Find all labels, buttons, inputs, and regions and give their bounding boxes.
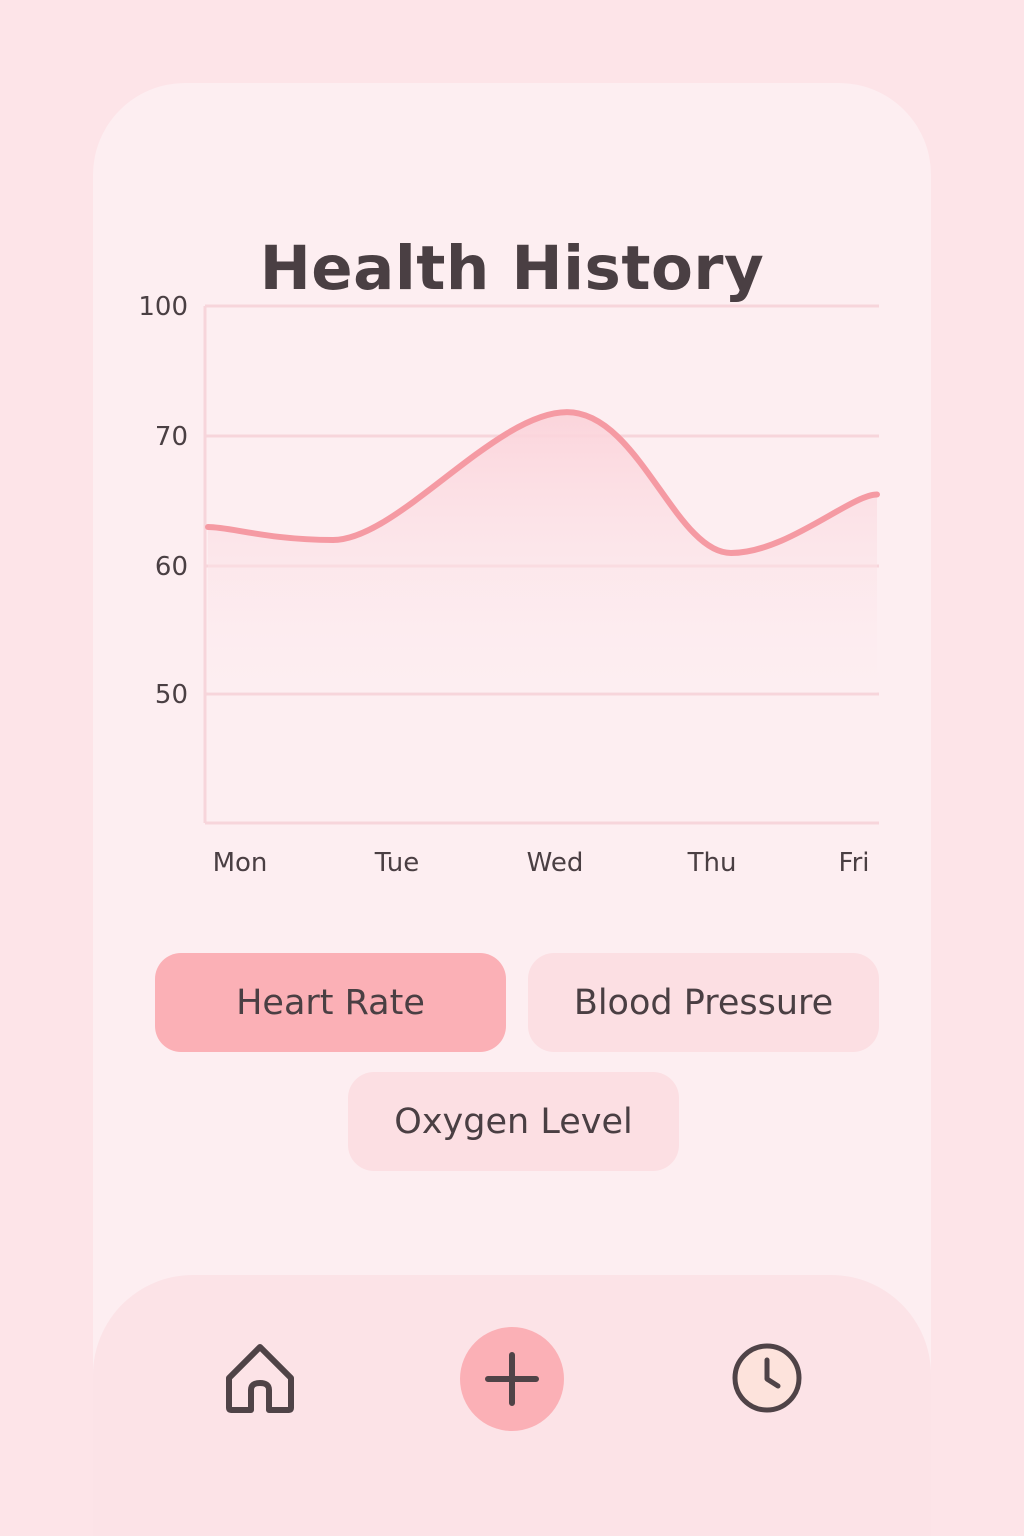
x-tick-label: Tue xyxy=(374,848,419,878)
y-tick-label: 100 xyxy=(138,292,188,322)
tab-oxygen-level[interactable]: Oxygen Level xyxy=(348,1072,679,1171)
tab-blood-pressure[interactable]: Blood Pressure xyxy=(528,953,879,1052)
x-tick-label: Fri xyxy=(839,848,870,878)
x-tick-label: Wed xyxy=(527,848,584,878)
y-tick-label: 60 xyxy=(155,552,188,582)
x-axis-labels: Mon Tue Wed Thu Fri xyxy=(213,848,870,878)
tab-heart-rate-label: Heart Rate xyxy=(236,982,425,1023)
x-tick-label: Thu xyxy=(687,848,737,878)
home-icon[interactable] xyxy=(220,1338,300,1418)
x-tick-label: Mon xyxy=(213,848,268,878)
y-tick-label: 70 xyxy=(155,422,188,452)
tab-blood-pressure-label: Blood Pressure xyxy=(573,982,834,1023)
add-button[interactable] xyxy=(460,1327,564,1431)
tab-oxygen-level-label: Oxygen Level xyxy=(394,1101,633,1142)
clock-icon[interactable] xyxy=(731,1342,803,1414)
y-tick-label: 50 xyxy=(155,680,188,710)
tab-heart-rate[interactable]: Heart Rate xyxy=(155,953,506,1052)
y-axis-labels: 100 70 60 50 xyxy=(138,292,188,710)
heart-rate-area xyxy=(208,412,877,693)
heart-rate-chart: 100 70 60 50 Mon Tue Wed Thu Fri xyxy=(138,292,880,878)
